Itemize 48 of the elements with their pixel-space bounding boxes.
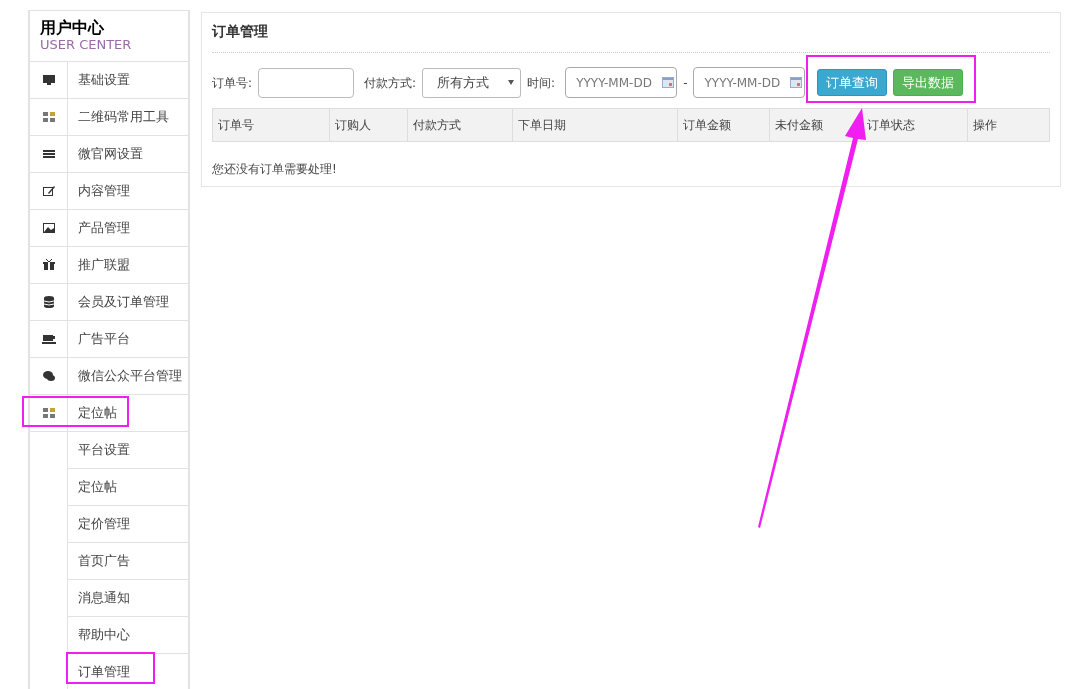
- dropdown-caret-icon: [508, 80, 515, 85]
- calendar-icon: [790, 77, 803, 88]
- sidebar-item[interactable]: 基础设置: [68, 62, 188, 98]
- sidebar-item[interactable]: 广告平台: [68, 321, 188, 357]
- database-icon: [41, 295, 56, 309]
- coffee-cup-icon: [41, 332, 56, 346]
- sidebar-item[interactable]: 二维码常用工具: [68, 99, 188, 135]
- column-header: 订购人: [330, 109, 408, 141]
- monitor-icon: [41, 73, 56, 87]
- date-field[interactable]: YYYY-MM-DD: [693, 67, 806, 98]
- edit-icon: [41, 184, 56, 198]
- submenu-item[interactable]: 首页广告: [68, 543, 188, 580]
- page-title: 订单管理: [212, 13, 1050, 53]
- payment-dropdown[interactable]: 所有方式: [422, 67, 522, 98]
- submenu-item[interactable]: 平台设置: [68, 432, 188, 469]
- calendar-icon: [662, 77, 675, 88]
- sidebar-item[interactable]: 定位帖: [68, 395, 188, 431]
- submenu-item[interactable]: 定位帖: [68, 469, 188, 506]
- field-label: 付款方式:: [364, 74, 417, 92]
- empty-message: 您还没有订单需要处理!: [212, 161, 338, 178]
- sidebar-item[interactable]: 微官网设置: [68, 136, 188, 172]
- submenu-item[interactable]: 定价管理: [68, 506, 188, 543]
- grid-icon: [41, 406, 56, 420]
- column-header: 操作: [972, 117, 998, 134]
- column-header: 下单日期: [513, 109, 678, 141]
- chat-bubbles-icon: [41, 369, 56, 383]
- grid-icon: [41, 110, 56, 124]
- list-icon: [41, 147, 56, 161]
- column-header: 订单号: [213, 109, 330, 141]
- column-header: 订单金额: [678, 109, 770, 141]
- submenu-item[interactable]: 消息通知: [68, 580, 188, 617]
- sidebar-item[interactable]: 内容管理: [68, 173, 188, 209]
- date-field[interactable]: YYYY-MM-DD: [565, 67, 678, 98]
- sidebar-item[interactable]: 产品管理: [68, 210, 188, 246]
- column-header: 付款方式: [408, 109, 513, 141]
- sidebar-item[interactable]: 推广联盟: [68, 247, 188, 283]
- submenu-item[interactable]: 订单管理: [68, 654, 188, 689]
- image-icon: [41, 221, 56, 235]
- sidebar-title: 用户中心: [40, 19, 104, 37]
- submenu-item[interactable]: 帮助中心: [68, 617, 188, 654]
- date-separator: -: [683, 74, 688, 92]
- sidebar-item[interactable]: 会员及订单管理: [68, 284, 188, 320]
- field-label: 订单号:: [212, 74, 253, 92]
- order-number-field[interactable]: [258, 67, 355, 98]
- field-label: 时间:: [527, 74, 556, 92]
- sidebar-item[interactable]: 微信公众平台管理: [68, 358, 188, 394]
- gift-icon: [41, 258, 56, 272]
- sidebar-subtitle: USER CENTER: [40, 37, 132, 53]
